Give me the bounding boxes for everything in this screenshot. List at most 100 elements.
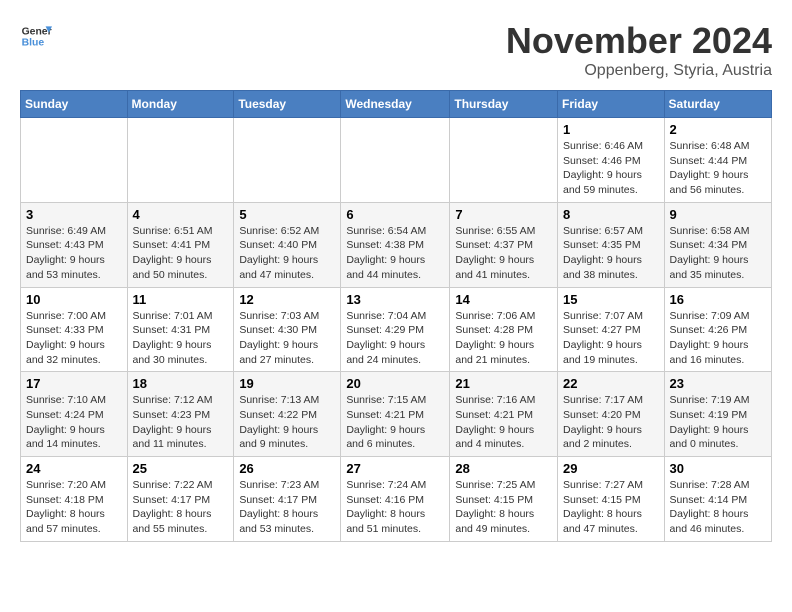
calendar-cell	[450, 118, 558, 203]
calendar-cell: 19 Sunrise: 7:13 AM Sunset: 4:22 PM Dayli…	[234, 372, 341, 457]
calendar-week-row: 1Sunrise: 6:46 AM Sunset: 4:46 PM Daylig…	[21, 118, 772, 203]
day-number: 24	[26, 461, 122, 476]
calendar-cell	[234, 118, 341, 203]
calendar-cell: 29 Sunrise: 7:27 AM Sunset: 4:15 PM Dayli…	[558, 457, 665, 542]
weekday-header-thursday: Thursday	[450, 91, 558, 118]
day-info: Sunrise: 7:16 AM Sunset: 4:21 PM Dayligh…	[455, 393, 552, 452]
calendar-cell: 30Sunrise: 7:28 AM Sunset: 4:14 PM Dayli…	[664, 457, 771, 542]
day-info: Sunrise: 7:28 AM Sunset: 4:14 PM Dayligh…	[670, 478, 766, 537]
day-info: Sunrise: 6:58 AM Sunset: 4:34 PM Dayligh…	[670, 224, 766, 283]
day-info: Sunrise: 7:23 AM Sunset: 4:17 PM Dayligh…	[239, 478, 335, 537]
calendar-cell: 28 Sunrise: 7:25 AM Sunset: 4:15 PM Dayli…	[450, 457, 558, 542]
calendar-cell: 18 Sunrise: 7:12 AM Sunset: 4:23 PM Dayli…	[127, 372, 234, 457]
calendar-cell: 15 Sunrise: 7:07 AM Sunset: 4:27 PM Dayli…	[558, 287, 665, 372]
calendar-cell: 26 Sunrise: 7:23 AM Sunset: 4:17 PM Dayli…	[234, 457, 341, 542]
day-number: 19	[239, 376, 335, 391]
day-number: 18	[133, 376, 229, 391]
calendar-cell: 1Sunrise: 6:46 AM Sunset: 4:46 PM Daylig…	[558, 118, 665, 203]
calendar-cell	[21, 118, 128, 203]
title-section: November 2024 Oppenberg, Styria, Austria	[506, 20, 772, 80]
calendar-cell: 6 Sunrise: 6:54 AM Sunset: 4:38 PM Daylig…	[341, 202, 450, 287]
weekday-header-friday: Friday	[558, 91, 665, 118]
calendar-week-row: 17 Sunrise: 7:10 AM Sunset: 4:24 PM Dayli…	[21, 372, 772, 457]
calendar-cell: 23 Sunrise: 7:19 AM Sunset: 4:19 PM Dayli…	[664, 372, 771, 457]
day-number: 10	[26, 292, 122, 307]
calendar-week-row: 3 Sunrise: 6:49 AM Sunset: 4:43 PM Daylig…	[21, 202, 772, 287]
calendar-cell: 4Sunrise: 6:51 AM Sunset: 4:41 PM Daylig…	[127, 202, 234, 287]
day-info: Sunrise: 7:09 AM Sunset: 4:26 PM Dayligh…	[670, 309, 766, 368]
day-number: 22	[563, 376, 659, 391]
day-number: 15	[563, 292, 659, 307]
day-info: Sunrise: 7:24 AM Sunset: 4:16 PM Dayligh…	[346, 478, 444, 537]
logo-icon: General Blue	[20, 20, 52, 52]
calendar-cell: 14Sunrise: 7:06 AM Sunset: 4:28 PM Dayli…	[450, 287, 558, 372]
calendar-week-row: 10 Sunrise: 7:00 AM Sunset: 4:33 PM Dayli…	[21, 287, 772, 372]
calendar-cell	[341, 118, 450, 203]
calendar-cell: 10 Sunrise: 7:00 AM Sunset: 4:33 PM Dayli…	[21, 287, 128, 372]
month-title: November 2024	[506, 20, 772, 62]
calendar-cell: 11 Sunrise: 7:01 AM Sunset: 4:31 PM Dayli…	[127, 287, 234, 372]
calendar-cell: 24 Sunrise: 7:20 AM Sunset: 4:18 PM Dayli…	[21, 457, 128, 542]
day-number: 25	[133, 461, 229, 476]
day-info: Sunrise: 7:13 AM Sunset: 4:22 PM Dayligh…	[239, 393, 335, 452]
day-number: 17	[26, 376, 122, 391]
calendar-cell: 21 Sunrise: 7:16 AM Sunset: 4:21 PM Dayli…	[450, 372, 558, 457]
day-info: Sunrise: 7:06 AM Sunset: 4:28 PM Dayligh…	[455, 309, 552, 368]
header: General Blue November 2024 Oppenberg, St…	[20, 20, 772, 80]
calendar-cell: 27 Sunrise: 7:24 AM Sunset: 4:16 PM Dayli…	[341, 457, 450, 542]
day-info: Sunrise: 6:51 AM Sunset: 4:41 PM Dayligh…	[133, 224, 229, 283]
day-number: 26	[239, 461, 335, 476]
day-number: 21	[455, 376, 552, 391]
weekday-header-sunday: Sunday	[21, 91, 128, 118]
calendar-week-row: 24 Sunrise: 7:20 AM Sunset: 4:18 PM Dayli…	[21, 457, 772, 542]
day-number: 13	[346, 292, 444, 307]
weekday-header-row: SundayMondayTuesdayWednesdayThursdayFrid…	[21, 91, 772, 118]
weekday-header-monday: Monday	[127, 91, 234, 118]
day-info: Sunrise: 6:55 AM Sunset: 4:37 PM Dayligh…	[455, 224, 552, 283]
calendar-cell: 16Sunrise: 7:09 AM Sunset: 4:26 PM Dayli…	[664, 287, 771, 372]
day-number: 7	[455, 207, 552, 222]
day-number: 28	[455, 461, 552, 476]
day-number: 9	[670, 207, 766, 222]
calendar-cell: 3 Sunrise: 6:49 AM Sunset: 4:43 PM Daylig…	[21, 202, 128, 287]
day-info: Sunrise: 7:10 AM Sunset: 4:24 PM Dayligh…	[26, 393, 122, 452]
day-number: 20	[346, 376, 444, 391]
day-number: 6	[346, 207, 444, 222]
day-info: Sunrise: 7:19 AM Sunset: 4:19 PM Dayligh…	[670, 393, 766, 452]
day-info: Sunrise: 7:12 AM Sunset: 4:23 PM Dayligh…	[133, 393, 229, 452]
day-info: Sunrise: 7:07 AM Sunset: 4:27 PM Dayligh…	[563, 309, 659, 368]
calendar-cell: 7 Sunrise: 6:55 AM Sunset: 4:37 PM Daylig…	[450, 202, 558, 287]
calendar-cell: 9 Sunrise: 6:58 AM Sunset: 4:34 PM Daylig…	[664, 202, 771, 287]
day-info: Sunrise: 7:15 AM Sunset: 4:21 PM Dayligh…	[346, 393, 444, 452]
day-info: Sunrise: 6:48 AM Sunset: 4:44 PM Dayligh…	[670, 139, 766, 198]
day-number: 23	[670, 376, 766, 391]
calendar-cell: 13Sunrise: 7:04 AM Sunset: 4:29 PM Dayli…	[341, 287, 450, 372]
calendar-cell: 5Sunrise: 6:52 AM Sunset: 4:40 PM Daylig…	[234, 202, 341, 287]
calendar-cell: 2 Sunrise: 6:48 AM Sunset: 4:44 PM Daylig…	[664, 118, 771, 203]
day-info: Sunrise: 6:49 AM Sunset: 4:43 PM Dayligh…	[26, 224, 122, 283]
calendar-cell: 20 Sunrise: 7:15 AM Sunset: 4:21 PM Dayli…	[341, 372, 450, 457]
day-info: Sunrise: 7:25 AM Sunset: 4:15 PM Dayligh…	[455, 478, 552, 537]
weekday-header-tuesday: Tuesday	[234, 91, 341, 118]
day-info: Sunrise: 7:00 AM Sunset: 4:33 PM Dayligh…	[26, 309, 122, 368]
calendar-table: SundayMondayTuesdayWednesdayThursdayFrid…	[20, 90, 772, 542]
day-number: 29	[563, 461, 659, 476]
day-info: Sunrise: 7:27 AM Sunset: 4:15 PM Dayligh…	[563, 478, 659, 537]
calendar-cell: 12Sunrise: 7:03 AM Sunset: 4:30 PM Dayli…	[234, 287, 341, 372]
day-info: Sunrise: 6:54 AM Sunset: 4:38 PM Dayligh…	[346, 224, 444, 283]
calendar-cell: 8 Sunrise: 6:57 AM Sunset: 4:35 PM Daylig…	[558, 202, 665, 287]
calendar-cell	[127, 118, 234, 203]
day-number: 8	[563, 207, 659, 222]
svg-text:Blue: Blue	[22, 38, 45, 49]
day-number: 12	[239, 292, 335, 307]
day-info: Sunrise: 7:17 AM Sunset: 4:20 PM Dayligh…	[563, 393, 659, 452]
day-info: Sunrise: 7:01 AM Sunset: 4:31 PM Dayligh…	[133, 309, 229, 368]
day-number: 2	[670, 122, 766, 137]
day-info: Sunrise: 6:57 AM Sunset: 4:35 PM Dayligh…	[563, 224, 659, 283]
logo: General Blue	[20, 20, 52, 52]
subtitle: Oppenberg, Styria, Austria	[506, 62, 772, 80]
day-number: 27	[346, 461, 444, 476]
day-number: 3	[26, 207, 122, 222]
day-info: Sunrise: 7:20 AM Sunset: 4:18 PM Dayligh…	[26, 478, 122, 537]
day-number: 11	[133, 292, 229, 307]
